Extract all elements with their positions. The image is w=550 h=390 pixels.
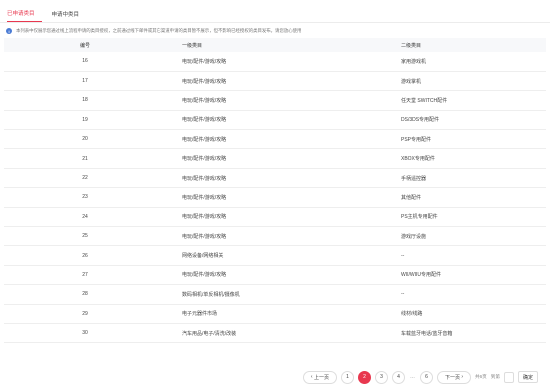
cell-no: 17 bbox=[82, 78, 88, 85]
cell-no: 16 bbox=[82, 58, 88, 65]
cell-level2: 手柄遥控器 bbox=[401, 175, 427, 182]
table-row: 21 电玩/配件/游戏/攻略 XBOX专用配件 bbox=[4, 149, 546, 169]
header-no: 编号 bbox=[79, 42, 90, 49]
cell-level2: 家用游戏机 bbox=[401, 58, 427, 65]
cell-level2: XBOX专用配件 bbox=[401, 156, 435, 163]
cell-level2: 任天堂 SWITCH配件 bbox=[401, 97, 448, 104]
cell-no: 25 bbox=[82, 233, 88, 240]
prev-label: 上一页 bbox=[313, 374, 329, 381]
cell-level2: -- bbox=[401, 291, 405, 298]
cell-no: 29 bbox=[82, 310, 88, 317]
cell-level2: PSP专用配件 bbox=[401, 136, 432, 143]
page-3[interactable]: 3 bbox=[374, 370, 388, 384]
header-level1: 一级类目 bbox=[182, 42, 203, 49]
table-row: 22 电玩/配件/游戏/攻略 手柄遥控器 bbox=[4, 168, 546, 188]
cell-level2: DS/3DS专用配件 bbox=[401, 117, 440, 124]
total-pages-label: 共6页 bbox=[475, 374, 487, 379]
tab-approved-categories[interactable]: 已申请类目 bbox=[7, 7, 42, 22]
cell-level1: 电玩/配件/游戏/攻略 bbox=[182, 214, 227, 221]
cell-no: 20 bbox=[82, 136, 88, 143]
page-4[interactable]: 4 bbox=[391, 370, 405, 384]
cell-no: 26 bbox=[82, 252, 88, 259]
cell-level1: 电玩/配件/游戏/攻略 bbox=[182, 175, 227, 182]
page-last[interactable]: 6 bbox=[419, 370, 433, 384]
table-row: 24 电玩/配件/游戏/攻略 PS主机专用配件 bbox=[4, 207, 546, 227]
confirm-button[interactable]: 确定 bbox=[517, 371, 538, 383]
table-row: 16 电玩/配件/游戏/攻略 家用游戏机 bbox=[4, 52, 546, 72]
cell-level1: 电玩/配件/游戏/攻略 bbox=[182, 58, 227, 65]
tab-pending-categories[interactable]: 申请中类目 bbox=[52, 8, 87, 22]
cell-level1: 数码相机/单反相机/摄像机 bbox=[182, 291, 240, 298]
cell-no: 24 bbox=[82, 213, 88, 220]
next-page-button[interactable]: 下一页 › bbox=[436, 370, 472, 384]
table-row: 28 数码相机/单反相机/摄像机 -- bbox=[4, 285, 546, 305]
table-row: 26 网络设备/网络相关 -- bbox=[4, 246, 546, 266]
cell-level1: 电子元器件市场 bbox=[182, 311, 218, 318]
cell-level1: 汽车用品/电子/清洗/改装 bbox=[182, 330, 237, 337]
cell-level1: 电玩/配件/游戏/攻略 bbox=[182, 233, 227, 240]
table-row: 30 汽车用品/电子/清洗/改装 车载蓝牙电话/蓝牙音箱 bbox=[4, 323, 546, 343]
table-row: 20 电玩/配件/游戏/攻略 PSP专用配件 bbox=[4, 130, 546, 149]
table-row: 17 电玩/配件/游戏/攻略 游戏掌机 bbox=[4, 71, 546, 91]
chevron-right-icon: › bbox=[459, 374, 464, 380]
table-row: 23 电玩/配件/游戏/攻略 其他配件 bbox=[4, 188, 546, 208]
pagination: ‹ 上一页 1 2 3 4 … 6 下一页 › 共6页 到第 确定 bbox=[0, 368, 550, 386]
cell-level2: 游戏掌机 bbox=[401, 78, 422, 85]
cell-no: 23 bbox=[82, 194, 88, 201]
notice-bar: i 本列表中仅展示您通过线上流程申请的类目授权，之前通过线下邮件或其它渠道申请的… bbox=[0, 24, 550, 38]
table-row: 25 电玩/配件/游戏/攻略 游戏厅设施 bbox=[4, 227, 546, 246]
cell-no: 27 bbox=[82, 271, 88, 278]
header-level2: 二级类目 bbox=[401, 42, 422, 49]
cell-level2: PS主机专用配件 bbox=[401, 214, 438, 221]
cell-level2: 线材/线路 bbox=[401, 311, 423, 318]
info-icon: i bbox=[6, 28, 12, 34]
tab-bar: 已申请类目 申请中类目 bbox=[0, 0, 550, 23]
cell-level1: 电玩/配件/游戏/攻略 bbox=[182, 156, 227, 163]
cell-no: 28 bbox=[82, 291, 88, 298]
notice-text: 本列表中仅展示您通过线上流程申请的类目授权，之前通过线下邮件或其它渠道申请的类目… bbox=[16, 28, 302, 33]
page-1[interactable]: 1 bbox=[340, 370, 354, 384]
cell-level1: 网络设备/网络相关 bbox=[182, 253, 224, 260]
cell-level2: 车载蓝牙电话/蓝牙音箱 bbox=[401, 330, 453, 337]
category-table: 编号 一级类目 二级类目 16 电玩/配件/游戏/攻略 家用游戏机 17 电玩/配件/游… bbox=[4, 38, 546, 343]
cell-level1: 电玩/配件/游戏/攻略 bbox=[182, 78, 227, 85]
cell-no: 21 bbox=[82, 155, 88, 162]
cell-level1: 电玩/配件/游戏/攻略 bbox=[182, 117, 227, 124]
cell-level1: 电玩/配件/游戏/攻略 bbox=[182, 136, 227, 143]
cell-no: 19 bbox=[82, 116, 88, 123]
page-ellipsis: … bbox=[409, 374, 415, 380]
table-row: 18 电玩/配件/游戏/攻略 任天堂 SWITCH配件 bbox=[4, 91, 546, 111]
table-row: 19 电玩/配件/游戏/攻略 DS/3DS专用配件 bbox=[4, 110, 546, 130]
cell-no: 30 bbox=[82, 330, 88, 337]
cell-level1: 电玩/配件/游戏/攻略 bbox=[182, 194, 227, 201]
page-2[interactable]: 2 bbox=[357, 370, 371, 384]
prev-page-button[interactable]: ‹ 上一页 bbox=[302, 370, 337, 384]
table-row: 29 电子元器件市场 线材/线路 bbox=[4, 304, 546, 324]
cell-level2: 游戏厅设施 bbox=[401, 233, 427, 240]
cell-level1: 电玩/配件/游戏/攻略 bbox=[182, 97, 227, 104]
cell-no: 18 bbox=[82, 97, 88, 104]
goto-page-input[interactable] bbox=[503, 371, 514, 383]
cell-level2: WII/WIIU专用配件 bbox=[401, 272, 441, 279]
table-row: 27 电玩/配件/游戏/攻略 WII/WIIU专用配件 bbox=[4, 265, 546, 285]
goto-label: 到第 bbox=[490, 374, 500, 379]
cell-level1: 电玩/配件/游戏/攻略 bbox=[182, 272, 227, 279]
next-label: 下一页 bbox=[444, 374, 460, 381]
table-header-row: 编号 一级类目 二级类目 bbox=[4, 38, 546, 52]
cell-level2: -- bbox=[401, 252, 405, 259]
cell-no: 22 bbox=[82, 175, 88, 182]
cell-level2: 其他配件 bbox=[401, 194, 422, 201]
